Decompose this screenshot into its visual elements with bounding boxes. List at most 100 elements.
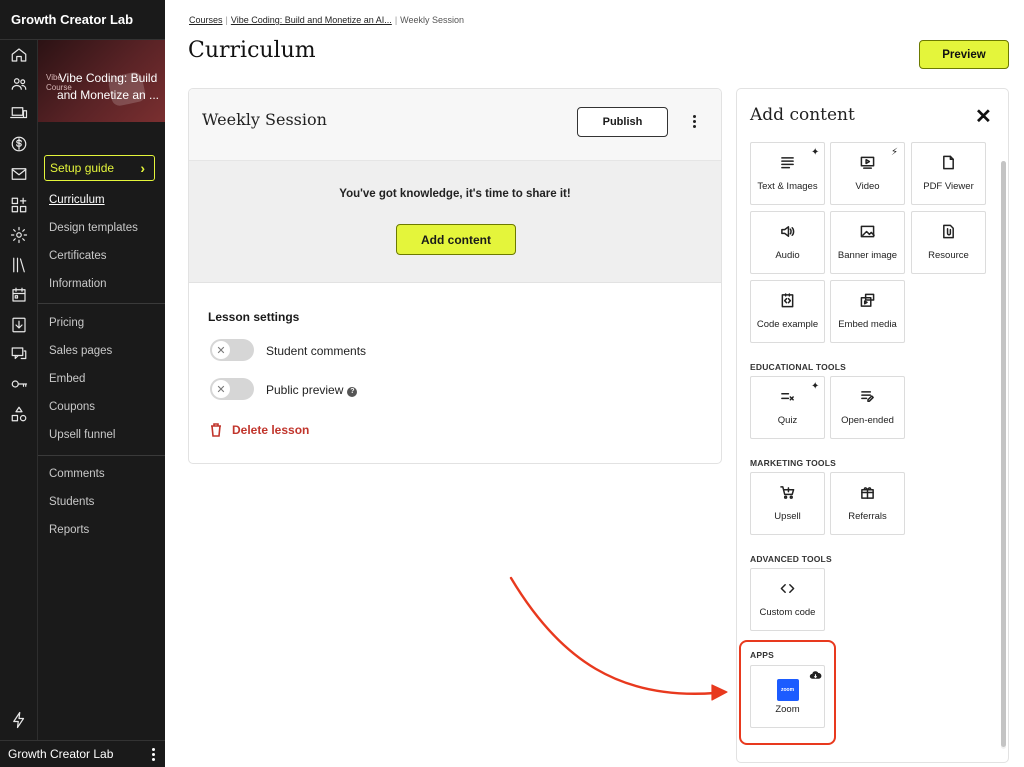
add-content-button[interactable]: Add content — [396, 224, 516, 255]
home-icon[interactable] — [9, 45, 29, 65]
lesson-settings-title: Lesson settings — [208, 310, 300, 324]
nav-item-curriculum[interactable]: Curriculum — [49, 194, 105, 206]
tile-audio[interactable]: Audio — [750, 211, 825, 274]
key-icon[interactable] — [9, 374, 29, 394]
nav-divider — [38, 303, 165, 304]
users-icon[interactable] — [9, 74, 29, 94]
nav-item-pricing[interactable]: Pricing — [49, 317, 84, 329]
nav-item-sales-pages[interactable]: Sales pages — [49, 345, 112, 357]
nav-item-design-templates[interactable]: Design templates — [49, 222, 138, 234]
devices-icon[interactable] — [9, 103, 29, 123]
shapes-icon[interactable] — [9, 404, 29, 424]
tile-custom-code[interactable]: Custom code — [750, 568, 825, 631]
nav-divider — [38, 455, 165, 456]
course-title: Vibe Coding: Build and Monetize an ... — [56, 71, 160, 102]
open-ended-icon — [831, 389, 904, 404]
tile-label: PDF Viewer — [923, 181, 974, 192]
lesson-more-icon[interactable] — [693, 115, 696, 128]
more-icon[interactable] — [152, 747, 155, 761]
tile-quiz[interactable]: ✦ Quiz — [750, 376, 825, 439]
delete-lesson-button[interactable]: Delete lesson — [210, 423, 309, 437]
image-icon — [831, 224, 904, 239]
attachment-icon — [912, 224, 985, 239]
gift-icon — [831, 485, 904, 500]
breadcrumb-courses[interactable]: Courses — [189, 15, 223, 25]
gear-icon[interactable] — [9, 225, 29, 245]
tile-label: Embed media — [838, 319, 897, 330]
highlight-box — [739, 640, 836, 745]
tile-video[interactable]: ⚡︎ Video — [830, 142, 905, 205]
nav-item-certificates[interactable]: Certificates — [49, 250, 107, 262]
lesson-header: Weekly Session Publish — [189, 89, 721, 161]
section-educational-tools: EDUCATIONAL TOOLS — [750, 362, 846, 372]
app-title[interactable]: Growth Creator Lab — [0, 0, 165, 40]
tile-label: Upsell — [774, 511, 801, 522]
delete-lesson-label: Delete lesson — [232, 423, 310, 437]
dollar-icon[interactable] — [9, 134, 29, 154]
chevron-right-icon: › — [140, 160, 145, 176]
nav-item-embed[interactable]: Embed — [49, 373, 85, 385]
icon-rail — [0, 0, 38, 767]
tile-label: Custom code — [759, 607, 816, 618]
tile-resource[interactable]: Resource — [911, 211, 986, 274]
tile-label: Text & Images — [757, 181, 818, 192]
workspace-footer[interactable]: Growth Creator Lab — [0, 740, 165, 767]
section-marketing-tools: MARKETING TOOLS — [750, 458, 836, 468]
tile-label: Resource — [928, 250, 969, 261]
calendar-icon[interactable] — [9, 285, 29, 305]
workspace-name: Growth Creator Lab — [8, 747, 114, 761]
close-icon[interactable]: ✕ — [975, 104, 992, 129]
tile-pdf-viewer[interactable]: PDF Viewer — [911, 142, 986, 205]
breadcrumb-current: Weekly Session — [400, 15, 465, 25]
panel-scrollbar-thumb[interactable] — [1001, 161, 1006, 747]
public-preview-toggle[interactable]: ✕ — [210, 378, 254, 400]
panel-title: Add content — [750, 105, 855, 125]
code-icon — [751, 581, 824, 596]
nav-item-students[interactable]: Students — [49, 496, 94, 508]
nav-item-upsell-funnel[interactable]: Upsell funnel — [49, 429, 115, 441]
chat-icon[interactable] — [9, 344, 29, 364]
setup-guide-button[interactable]: Setup guide › — [44, 155, 155, 181]
apps-icon[interactable] — [9, 195, 29, 215]
code-file-icon — [751, 293, 824, 308]
preview-button[interactable]: Preview — [919, 40, 1009, 69]
close-icon: ✕ — [212, 380, 230, 398]
student-comments-toggle[interactable]: ✕ — [210, 339, 254, 361]
file-icon — [912, 155, 985, 170]
lesson-card: Weekly Session Publish You've got knowle… — [188, 88, 722, 464]
course-thumbnail[interactable]: Vibe Course Vibe Coding: Build and Monet… — [38, 40, 165, 122]
nav-item-reports[interactable]: Reports — [49, 524, 89, 536]
public-preview-label: Public preview — [266, 383, 344, 397]
help-icon[interactable]: ? — [347, 387, 358, 397]
nav-item-comments[interactable]: Comments — [49, 468, 105, 480]
library-icon[interactable] — [9, 255, 29, 275]
tile-label: Open-ended — [841, 415, 894, 426]
download-icon[interactable] — [9, 315, 29, 335]
sparkle-icon: ✦ — [811, 147, 820, 158]
empty-message: You've got knowledge, it's time to share… — [339, 188, 571, 200]
breadcrumb-course[interactable]: Vibe Coding: Build and Monetize an AI... — [231, 15, 392, 25]
publish-button[interactable]: Publish — [577, 107, 668, 137]
page-title: Curriculum — [188, 38, 316, 63]
lesson-title[interactable]: Weekly Session — [202, 110, 327, 129]
tile-banner-image[interactable]: Banner image — [830, 211, 905, 274]
tile-label: Banner image — [837, 250, 898, 261]
nav-item-coupons[interactable]: Coupons — [49, 401, 95, 413]
tile-upsell[interactable]: Upsell — [750, 472, 825, 535]
public-preview-row: Public preview? — [266, 383, 358, 397]
tile-embed-media[interactable]: Embed media — [830, 280, 905, 343]
trash-icon — [211, 423, 221, 437]
tile-text-images[interactable]: ✦ Text & Images — [750, 142, 825, 205]
tile-code-example[interactable]: Code example — [750, 280, 825, 343]
tile-open-ended[interactable]: Open-ended — [830, 376, 905, 439]
bolt-icon[interactable] — [9, 710, 29, 730]
tile-referrals[interactable]: Referrals — [830, 472, 905, 535]
sparkle-icon: ✦ — [811, 381, 820, 392]
breadcrumb-separator: | — [394, 15, 398, 25]
setup-guide-label: Setup guide — [50, 161, 115, 175]
bolt-icon: ⚡︎ — [891, 147, 899, 158]
mail-icon[interactable] — [9, 164, 29, 184]
nav-item-information[interactable]: Information — [49, 278, 107, 290]
breadcrumb-separator: | — [225, 15, 228, 25]
tile-label: Audio — [775, 250, 800, 261]
